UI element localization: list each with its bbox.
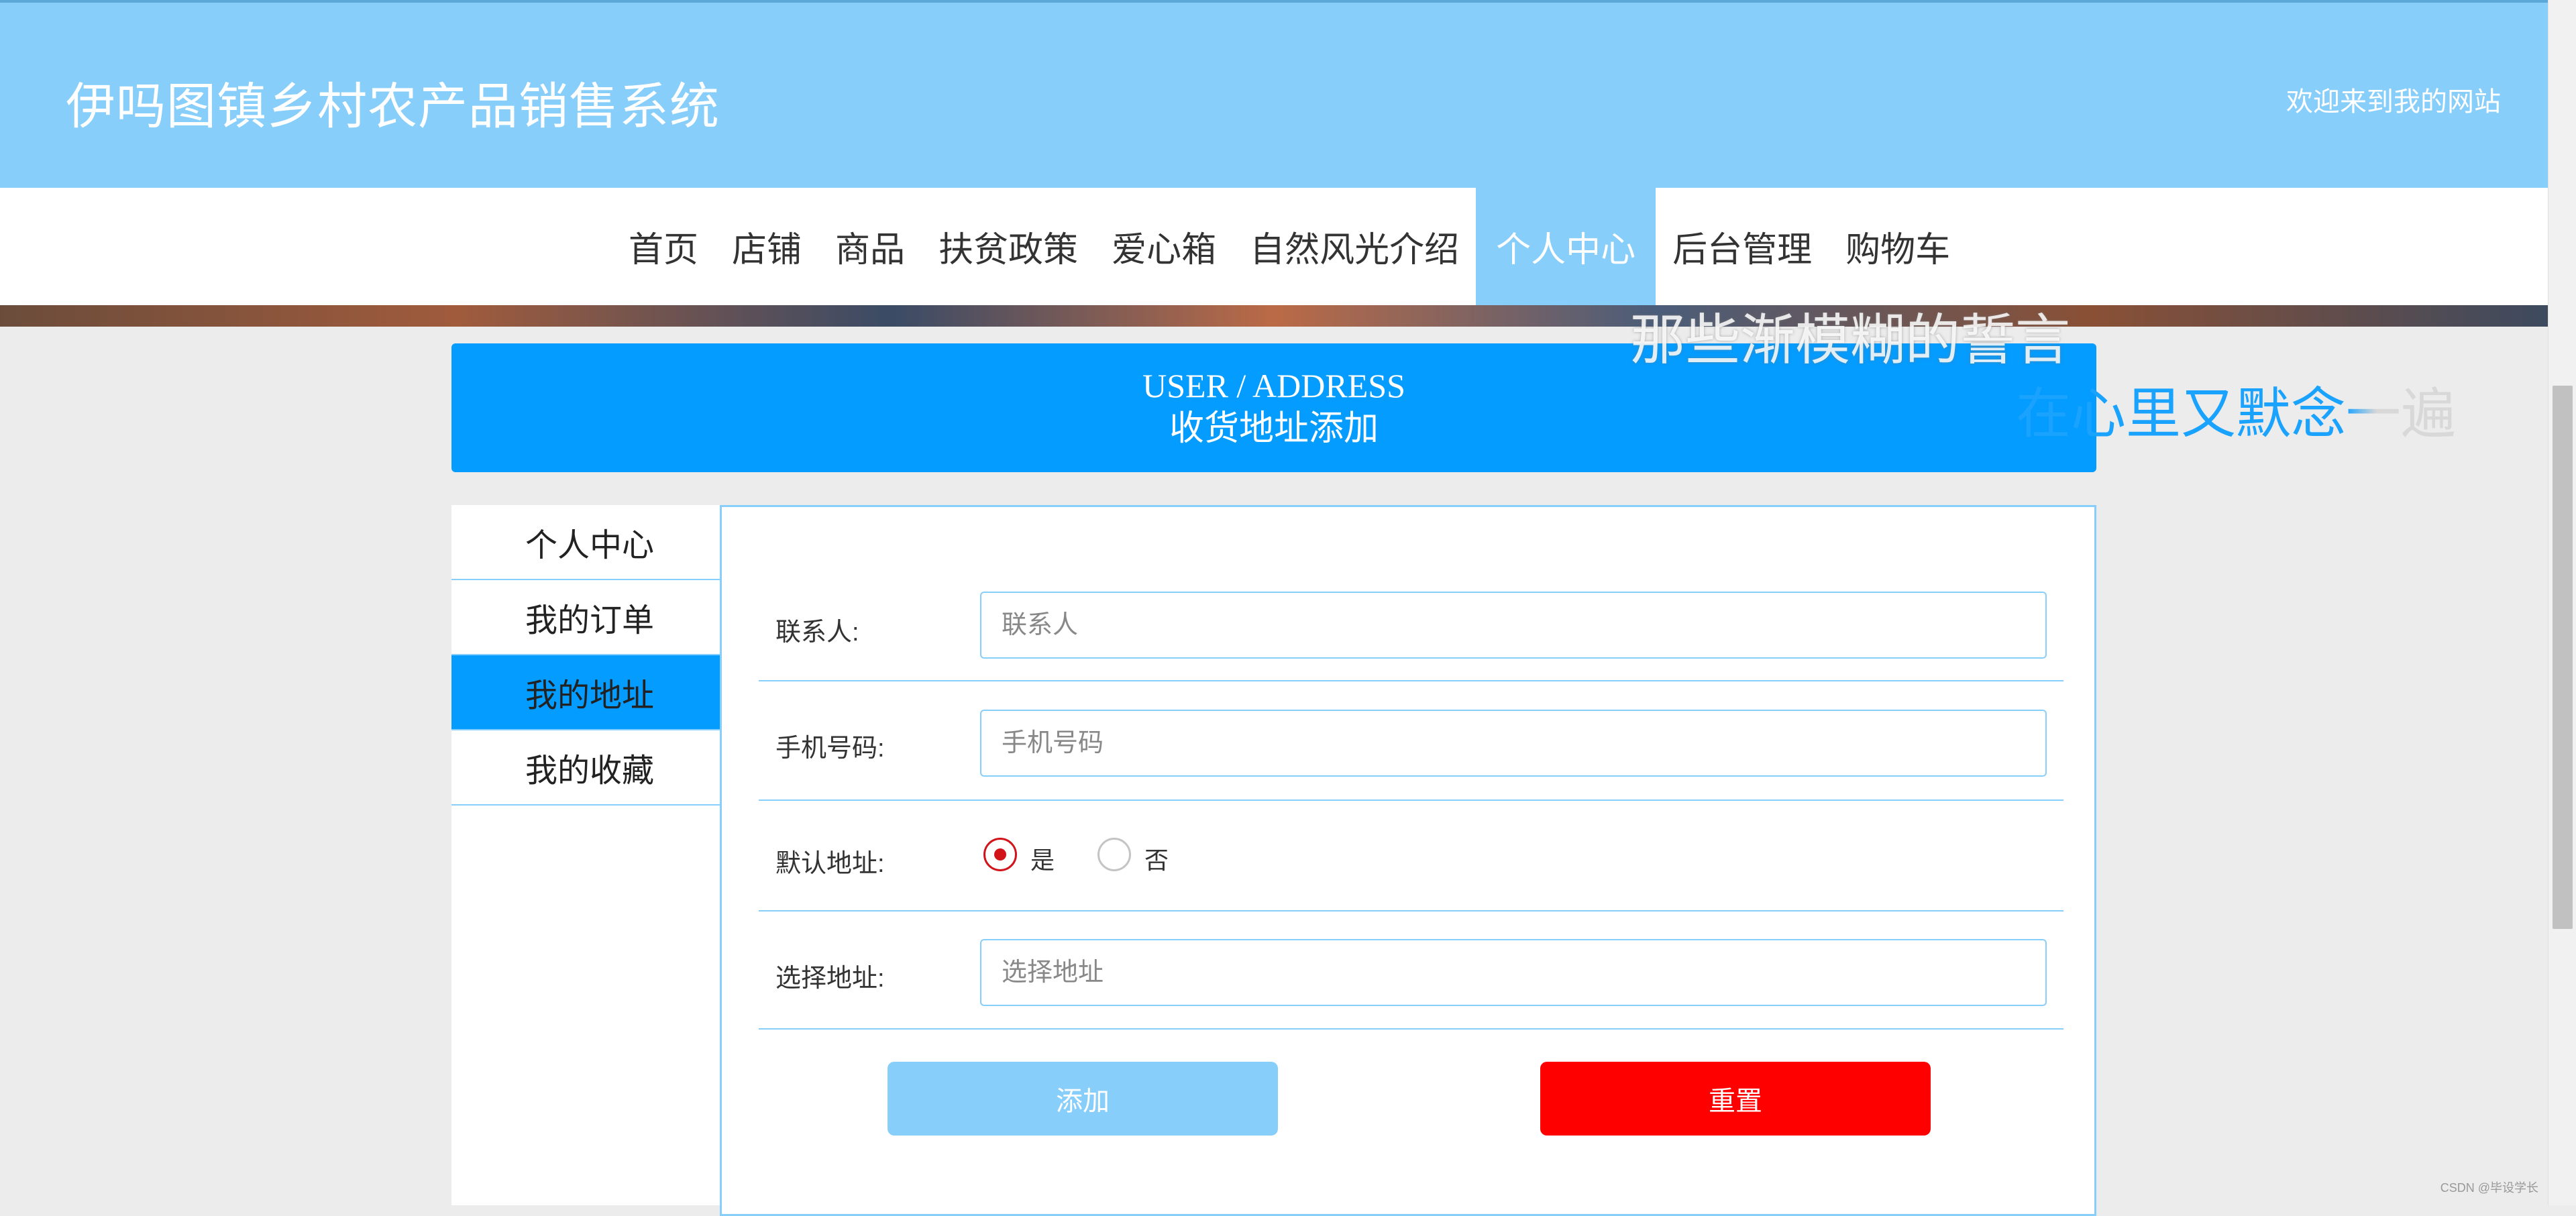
page-title-cn: 收货地址添加 — [451, 406, 2096, 452]
default-yes-label: 是 — [1030, 841, 1055, 876]
site-title: 伊吗图镇乡村农产品销售系统 — [66, 66, 720, 138]
sidebar-item-my-orders[interactable]: 我的订单 — [451, 580, 720, 655]
sidebar-item-my-address[interactable]: 我的地址 — [451, 655, 720, 730]
contact-input[interactable] — [980, 592, 2047, 659]
user-sidebar: 个人中心 我的订单 我的地址 我的收藏 — [451, 505, 720, 1205]
address-select-input[interactable] — [980, 939, 2047, 1006]
address-form-panel: 联系人: 手机号码: 默认地址: 是 否 选择地址: 添加 重置 — [720, 505, 2096, 1216]
banner-image — [0, 305, 2548, 327]
welcome-text: 欢迎来到我的网站 — [2286, 80, 2501, 119]
default-yes-radio[interactable] — [983, 838, 1017, 871]
add-button[interactable]: 添加 — [888, 1062, 1278, 1136]
nav-item-personal-center[interactable]: 个人中心 — [1476, 188, 1656, 305]
nav-item-scenery[interactable]: 自然风光介绍 — [1233, 188, 1476, 305]
scrollbar-thumb[interactable] — [2553, 386, 2573, 929]
site-header: 伊吗图镇乡村农产品销售系统 欢迎来到我的网站 — [0, 0, 2548, 188]
nav-item-admin[interactable]: 后台管理 — [1656, 188, 1829, 305]
main-nav: 首页 店铺 商品 扶贫政策 爱心箱 自然风光介绍 个人中心 后台管理 购物车 — [0, 188, 2548, 305]
form-row-default-address: 默认地址: 是 否 — [759, 801, 2063, 911]
watermark: CSDN @毕设学长 — [2440, 1178, 2538, 1196]
lyric-overlay-line-2: 在心里又默念一遍 — [2016, 369, 2456, 449]
sidebar-item-my-favorites[interactable]: 我的收藏 — [451, 730, 720, 806]
nav-item-home[interactable]: 首页 — [612, 188, 715, 305]
nav-item-cart[interactable]: 购物车 — [1829, 188, 1967, 305]
phone-label: 手机号码: — [775, 727, 885, 764]
address-label: 选择地址: — [775, 957, 885, 994]
sidebar-item-personal-center[interactable]: 个人中心 — [451, 505, 720, 580]
default-no-label: 否 — [1144, 841, 1169, 876]
form-row-address: 选择地址: — [759, 911, 2063, 1030]
nav-item-shops[interactable]: 店铺 — [715, 188, 818, 305]
form-row-contact: 联系人: — [759, 567, 2063, 681]
nav-item-love-box[interactable]: 爱心箱 — [1095, 188, 1233, 305]
contact-label: 联系人: — [775, 611, 859, 648]
form-row-phone: 手机号码: — [759, 681, 2063, 801]
reset-button[interactable]: 重置 — [1540, 1062, 1931, 1136]
nav-item-poverty-policy[interactable]: 扶贫政策 — [922, 188, 1095, 305]
page-scrollbar[interactable] — [2548, 0, 2576, 1205]
default-no-radio[interactable] — [1097, 838, 1131, 871]
phone-input[interactable] — [980, 710, 2047, 777]
nav-item-products[interactable]: 商品 — [818, 188, 922, 305]
lyric-overlay-line-1: 那些渐模糊的誓言 — [1630, 295, 2070, 375]
default-address-label: 默认地址: — [775, 842, 885, 879]
